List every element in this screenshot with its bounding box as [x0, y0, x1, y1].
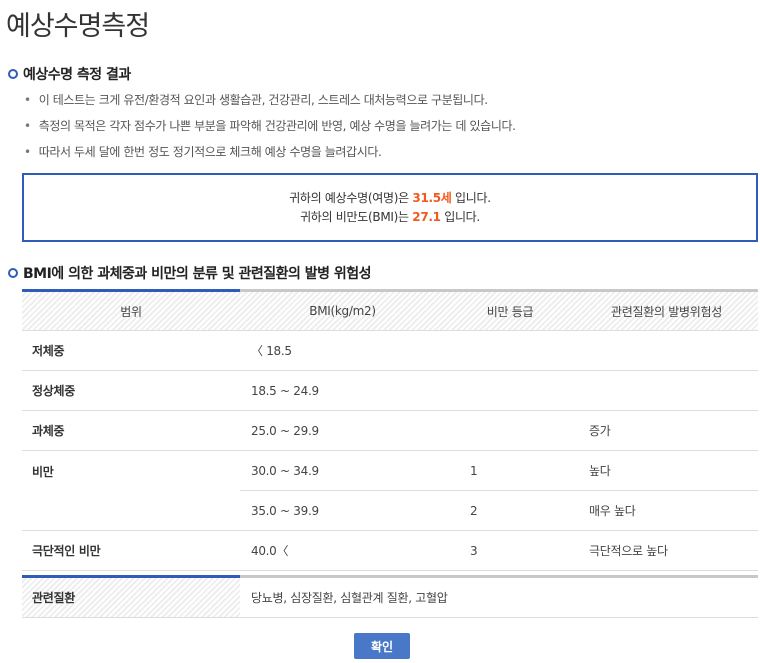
range-cell: 극단적인 비만: [22, 530, 240, 571]
confirm-button[interactable]: 확인: [354, 633, 410, 659]
table-row: 정상체중 18.5 ~ 24.9: [22, 370, 758, 411]
bmi-value: 27.1: [412, 209, 441, 224]
header-cell: 관련질환의 발병위험성: [611, 304, 722, 319]
page-title: 예상수명측정: [6, 11, 150, 42]
range-cell: 과체중: [22, 410, 240, 451]
circle-bullet-icon: [8, 69, 18, 79]
table-row: 관련질환 당뇨병, 심장질환, 심혈관계 질환, 고혈압: [22, 578, 758, 618]
life-expectancy-text: 귀하의 예상수명(여명)은 31.5세 입니다.: [289, 190, 491, 205]
table-header: 범위 BMI(kg/m2) 비만 등급 관련질환의 발병위험성: [22, 292, 758, 331]
grade-cell: 2: [445, 490, 575, 531]
list-item: 측정의 목적은 각자 점수가 나쁜 부분을 파악해 건강관리에 반영, 예상 수…: [24, 116, 516, 142]
grade-cell: [445, 330, 575, 371]
description-list: 이 테스트는 크게 유전/환경적 요인과 생활습관, 건강관리, 스트레스 대처…: [24, 90, 516, 168]
risk-cell: 극단적으로 높다: [575, 530, 758, 571]
list-item: 이 테스트는 크게 유전/환경적 요인과 생활습관, 건강관리, 스트레스 대처…: [24, 90, 516, 116]
table-row: 과체중 25.0 ~ 29.9 증가: [22, 410, 758, 451]
bmi-cell: 30.0 ~ 34.9: [240, 450, 445, 491]
section-result-heading: 예상수명 측정 결과: [8, 64, 131, 84]
disease-table: 관련질환 당뇨병, 심장질환, 심혈관계 질환, 고혈압: [22, 578, 758, 618]
bmi-cell: 18.5 ~ 24.9: [240, 370, 445, 411]
grade-cell: 1: [445, 450, 575, 491]
bmi-cell: 40.0〈: [240, 530, 445, 571]
section-title: 예상수명 측정 결과: [23, 67, 131, 83]
risk-cell: 매우 높다: [575, 490, 758, 531]
risk-cell: [575, 370, 758, 411]
grade-cell: [445, 410, 575, 451]
bmi-cell: 35.0 ~ 39.9: [240, 490, 445, 531]
header-cell: BMI(kg/m2): [309, 304, 376, 318]
section-bmi-heading: BMI에 의한 과체중과 비만의 분류 및 관련질환의 발병 위험성: [8, 263, 372, 283]
header-cell: 범위: [120, 304, 142, 319]
risk-cell: 높다: [575, 450, 758, 491]
section-title: BMI에 의한 과체중과 비만의 분류 및 관련질환의 발병 위험성: [23, 266, 372, 282]
bmi-text: 귀하의 비만도(BMI)는 27.1 입니다.: [300, 209, 480, 224]
circle-bullet-icon: [8, 268, 18, 278]
bmi-cell: 〈 18.5: [240, 330, 445, 371]
header-cell: 비만 등급: [486, 304, 534, 319]
table-row: 비만 30.0 ~ 34.9 1 높다: [22, 450, 758, 531]
range-cell: 정상체중: [22, 370, 240, 411]
life-expectancy-value: 31.5세: [412, 190, 452, 205]
bmi-cell: 25.0 ~ 29.9: [240, 410, 445, 451]
risk-cell: [575, 330, 758, 371]
bmi-table: 범위 BMI(kg/m2) 비만 등급 관련질환의 발병위험성 저체중 〈 18.…: [22, 292, 758, 571]
disease-label: 관련질환: [22, 578, 240, 618]
table-row: 저체중 〈 18.5: [22, 330, 758, 371]
grade-cell: [445, 370, 575, 411]
table-row: 극단적인 비만 40.0〈 3 극단적으로 높다: [22, 530, 758, 571]
risk-cell: 증가: [575, 410, 758, 451]
result-box: 귀하의 예상수명(여명)은 31.5세 입니다. 귀하의 비만도(BMI)는 2…: [22, 173, 758, 242]
range-cell: 저체중: [22, 330, 240, 371]
grade-cell: 3: [445, 530, 575, 571]
disease-value: 당뇨병, 심장질환, 심혈관계 질환, 고혈압: [240, 578, 758, 618]
range-cell: 비만: [22, 450, 240, 531]
list-item: 따라서 두세 달에 한번 정도 정기적으로 체크해 예상 수명을 늘려갑시다.: [24, 142, 516, 168]
